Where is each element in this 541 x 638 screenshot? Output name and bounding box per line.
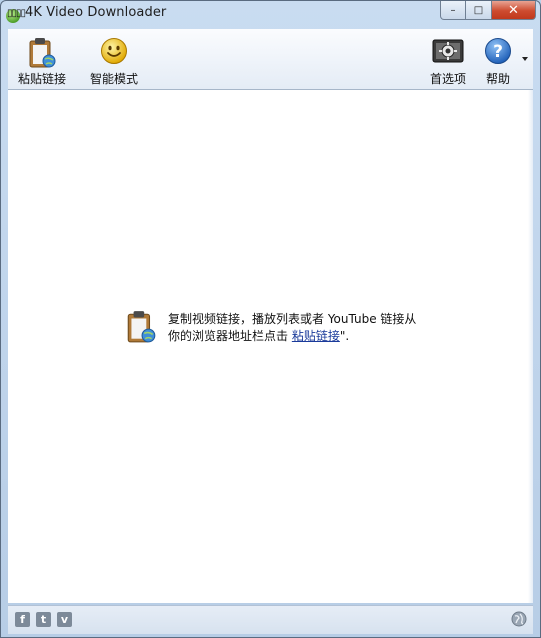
svg-text:?: ? <box>493 42 503 62</box>
empty-state-hint: 复制视频链接，播放列表或者 YouTube 链接从 你的浏览器地址栏点击 粘贴链… <box>126 310 446 350</box>
title-glyphs: ▯▯▯▯ <box>7 8 26 19</box>
hint-line-1: 复制视频链接，播放列表或者 YouTube 链接从 <box>168 312 417 326</box>
content-edge <box>528 90 533 603</box>
help-button[interactable]: ? 帮助 <box>478 29 518 89</box>
facebook-icon[interactable]: f <box>15 612 30 627</box>
hint-line-2: 你的浏览器地址栏点击 粘贴链接". <box>168 328 416 345</box>
clipboard-globe-icon <box>127 311 156 343</box>
twitter-icon[interactable]: t <box>36 612 51 627</box>
window-title: ▯▯▯▯4K Video Downloader <box>7 5 166 20</box>
download-list-area[interactable]: 复制视频链接，播放列表或者 YouTube 链接从 你的浏览器地址栏点击 粘贴链… <box>8 90 533 603</box>
title-bar[interactable]: ▯▯▯▯4K Video Downloader – □ ✕ <box>1 1 540 28</box>
hint-text: 复制视频链接，播放列表或者 YouTube 链接从 你的浏览器地址栏点击 粘贴链… <box>168 311 416 345</box>
help-dropdown-icon[interactable] <box>522 57 528 61</box>
smart-mode-button[interactable]: 智能模式 <box>85 29 143 89</box>
minimize-button[interactable]: – <box>440 1 466 20</box>
globe-icon[interactable] <box>511 611 527 627</box>
title-label: 4K Video Downloader <box>25 5 167 20</box>
hint-line-2-suffix: ". <box>339 329 350 343</box>
preferences-label: 首选项 <box>429 72 466 86</box>
smart-mode-label: 智能模式 <box>89 72 138 86</box>
hint-line-2-prefix: 你的浏览器地址栏点击 <box>168 329 292 343</box>
settings-icon <box>432 39 464 63</box>
window-controls: – □ ✕ <box>440 1 536 21</box>
clipboard-globe-icon <box>29 38 56 68</box>
paste-link-label: 粘贴链接 <box>17 72 66 86</box>
close-button[interactable]: ✕ <box>492 1 536 20</box>
smiley-icon <box>101 38 127 64</box>
vimeo-icon[interactable]: v <box>57 612 72 627</box>
preferences-button[interactable]: 首选项 <box>423 29 473 89</box>
status-bar: f t v <box>8 605 533 634</box>
question-icon: ? <box>485 38 511 64</box>
help-label: 帮助 <box>485 72 510 86</box>
paste-link-button[interactable]: 粘贴链接 <box>13 29 71 89</box>
toolbar: 粘贴链接 智能模式 首选项 ? 帮助 <box>8 29 533 90</box>
app-window: ▯▯▯▯4K Video Downloader – □ ✕ 粘贴链接 智能模式 … <box>0 0 541 638</box>
paste-link-inline-link[interactable]: 粘贴链接 <box>292 329 340 343</box>
maximize-button[interactable]: □ <box>466 1 492 20</box>
